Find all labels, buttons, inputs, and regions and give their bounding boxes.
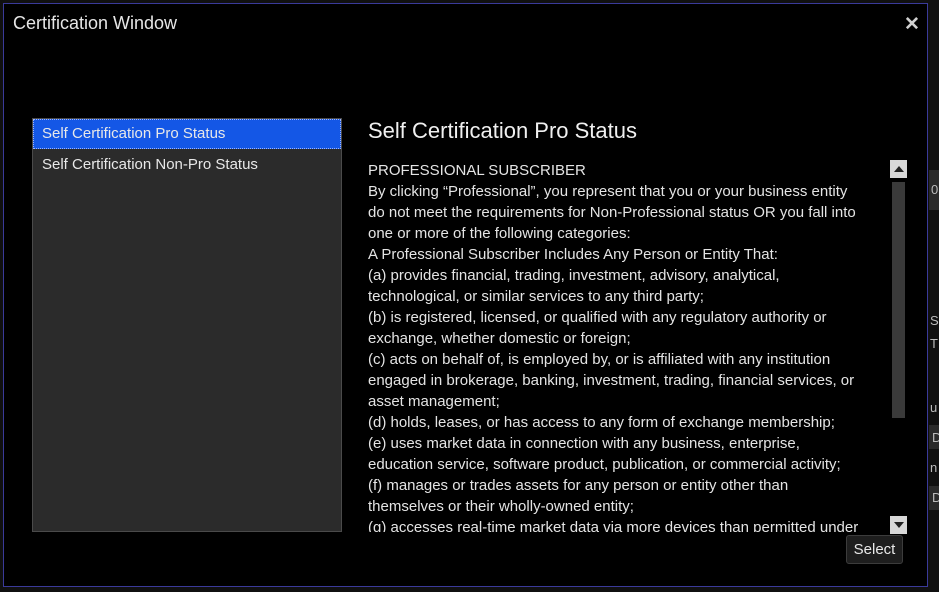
text-line: one or more of the following categories: [368,225,631,242]
text-line: do not meet the requirements for Non-Pro… [368,204,856,221]
scroll-track[interactable] [890,178,907,516]
background-text: D [932,490,939,505]
select-button[interactable]: Select [846,535,903,564]
text-line: engaged in brokerage, banking, investmen… [368,372,855,389]
background-text: S [930,313,939,328]
background-text: D [932,430,939,445]
text-line: (a) provides financial, trading, investm… [368,267,780,284]
scroll-up-button[interactable] [890,160,907,178]
text-line: (d) holds, leases, or has access to any … [368,414,835,431]
text-line: (e) uses market data in connection with … [368,435,800,452]
text-line: (g) accesses real-time market data via m… [368,519,859,532]
background-text: u [930,400,938,415]
text-line: exchange, whether domestic or foreign; [368,330,631,347]
text-line: (f) manages or trades assets for any per… [368,477,789,494]
background-text: 0 [931,182,939,197]
background-text: n [930,460,938,475]
vertical-scrollbar[interactable] [889,158,908,534]
list-item-non-pro-status[interactable]: Self Certification Non-Pro Status [33,150,341,180]
list-item-pro-status[interactable]: Self Certification Pro Status [33,119,341,149]
text-line: PROFESSIONAL SUBSCRIBER [368,162,586,179]
text-line: technological, or similar services to an… [368,288,704,305]
window-title: Certification Window [13,13,178,33]
text-line: themselves or their wholly-owned entity; [368,498,634,515]
scroll-thumb[interactable] [892,182,905,418]
text-line: A Professional Subscriber Includes Any P… [368,246,778,263]
certification-list: Self Certification Pro Status Self Certi… [32,118,342,532]
text-line: (b) is registered, licensed, or qualifie… [368,309,827,326]
scroll-down-button[interactable] [890,516,907,534]
text-line: By clicking “Professional”, you represen… [368,183,848,200]
text-line: asset management; [368,393,500,410]
close-icon[interactable]: ✕ [901,13,923,35]
detail-title: Self Certification Pro Status [368,118,638,143]
text-line: education service, software product, pub… [368,456,841,473]
text-line: (c) acts on behalf of, is employed by, o… [368,351,831,368]
certification-text: PROFESSIONAL SUBSCRIBER By clicking “Pro… [368,160,888,532]
chevron-down-icon [893,522,904,528]
chevron-up-icon [893,166,904,172]
background-text: T [930,336,938,351]
